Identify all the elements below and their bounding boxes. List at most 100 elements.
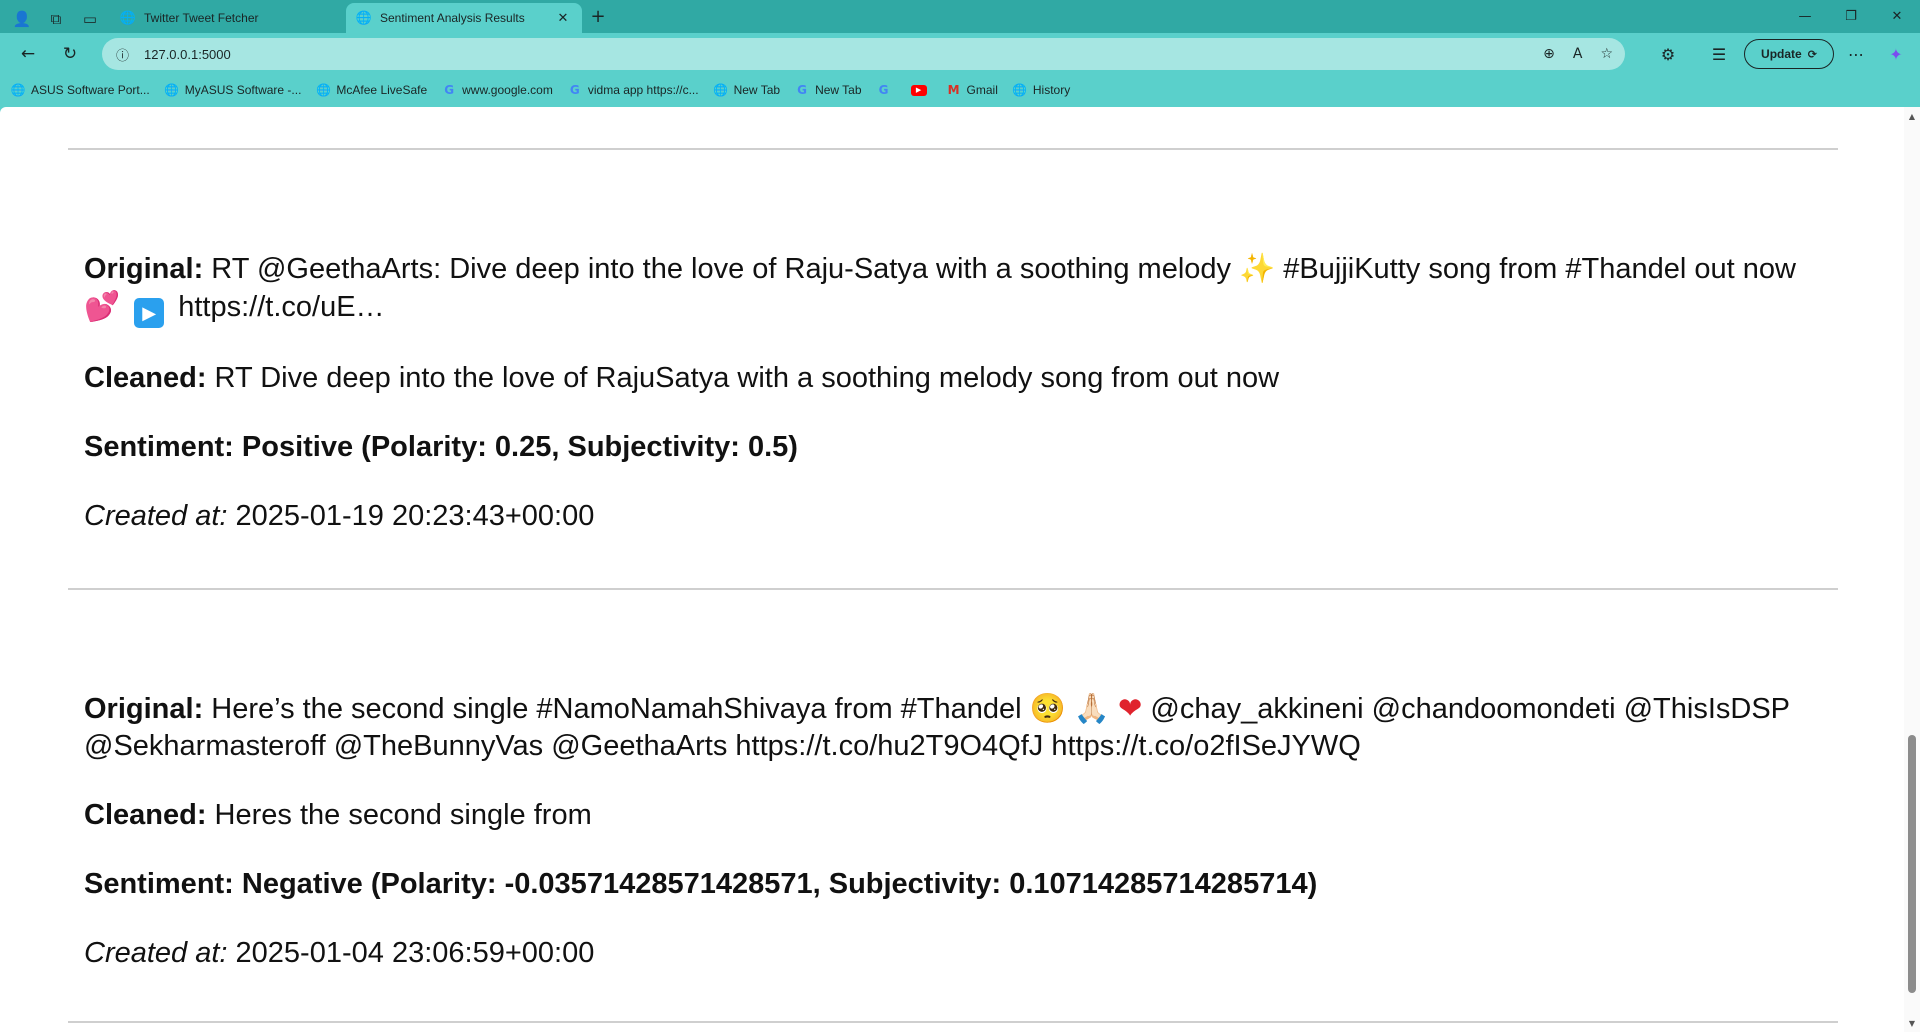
bookmark-item[interactable]: 🌐 MyASUS Software -... — [164, 82, 302, 98]
tab-twitter-tweet-fetcher[interactable]: 🌐 Twitter Tweet Fetcher — [110, 3, 346, 33]
bookmark-label: New Tab — [815, 83, 862, 97]
two-hearts-emoji: 💕 — [84, 289, 121, 323]
google-icon: G — [444, 83, 455, 97]
new-tab-button[interactable]: + — [582, 2, 614, 32]
copilot-icon[interactable]: ✦ — [1880, 38, 1912, 70]
google-icon: G — [797, 83, 807, 97]
bookmark-item[interactable]: G New Tab — [794, 82, 861, 98]
favorites-icon[interactable]: ☰ — [1703, 38, 1735, 70]
bookmark-item-youtube[interactable]: ▶ — [910, 82, 932, 98]
created-label: Created at: — [84, 500, 228, 532]
globe-icon: 🌐 — [315, 83, 331, 97]
tab-strip: 👤 ⧉ ▭ 🌐 Twitter Tweet Fetcher 🌐 Sentimen… — [0, 0, 1920, 33]
vertical-tabs-icon[interactable]: ▭ — [78, 7, 102, 31]
cleaned-line: Cleaned: RT Dive deep into the love of R… — [84, 360, 1814, 397]
created-value: 2025-01-19 20:23:43+00:00 — [235, 500, 595, 532]
created-line: Created at: 2025-01-04 23:06:59+00:00 — [84, 935, 1814, 972]
bookmark-item[interactable]: 🌐 New Tab — [713, 82, 780, 98]
sentiment-line: Sentiment: Positive (Polarity: 0.25, Sub… — [84, 431, 798, 463]
original-link: https://t.co/uE… — [178, 291, 385, 323]
original-text: Here’s the second single #NamoNamahShiva… — [211, 693, 1022, 725]
tab-sentiment-analysis-results[interactable]: 🌐 Sentiment Analysis Results ✕ — [346, 3, 582, 33]
scroll-down-arrow-icon[interactable]: ▼ — [1904, 1016, 1920, 1030]
result-entry: Original: Here’s the second single #Namo… — [84, 690, 1814, 972]
address-bar[interactable]: ⓘ 127.0.0.1:5000 ⊕ A ☆ — [102, 38, 1625, 70]
bookmark-label: McAfee LiveSafe — [336, 83, 428, 97]
globe-icon: 🌐 — [1012, 83, 1028, 97]
sparkles-emoji: ✨ — [1239, 251, 1276, 285]
bookmark-item[interactable]: G www.google.com — [441, 82, 553, 98]
google-icon: G — [878, 83, 889, 97]
refresh-button[interactable]: ↻ — [52, 38, 88, 70]
original-text: #BujjiKutty song from #Thandel out now — [1283, 253, 1796, 285]
scrollbar-thumb[interactable] — [1908, 735, 1916, 993]
created-label: Created at: — [84, 937, 228, 969]
created-line: Created at: 2025-01-19 20:23:43+00:00 — [84, 498, 1814, 535]
bookmark-label: New Tab — [733, 83, 781, 97]
globe-icon: 🌐 — [119, 10, 137, 26]
original-line: Original: Here’s the second single #Namo… — [84, 690, 1814, 765]
divider — [68, 588, 1838, 590]
extensions-icon[interactable]: ⚙ — [1652, 38, 1684, 70]
more-menu-icon[interactable]: ⋯ — [1840, 38, 1872, 70]
update-button[interactable]: Update ⟳ — [1744, 39, 1834, 69]
tab-title: Sentiment Analysis Results — [380, 11, 525, 25]
bookmarks-bar: 🌐 ASUS Software Port... 🌐 MyASUS Softwar… — [0, 75, 1920, 105]
site-info-icon[interactable]: ⓘ — [116, 45, 144, 64]
minimize-button[interactable]: — — [1782, 0, 1828, 33]
globe-icon: 🌐 — [713, 83, 729, 97]
pleading-face-emoji: 🥺 — [1029, 691, 1066, 725]
bookmark-label: vidma app https://c... — [587, 83, 699, 97]
zoom-icon[interactable]: ⊕ — [1543, 46, 1555, 62]
cleaned-label: Cleaned: — [84, 362, 207, 394]
play-button-emoji: ▶ — [134, 298, 165, 328]
google-icon: G — [569, 83, 580, 97]
back-button[interactable]: ← — [10, 38, 46, 70]
bookmark-item[interactable]: 🌐 McAfee LiveSafe — [315, 82, 427, 98]
bookmark-item-history[interactable]: 🌐 History — [1012, 82, 1070, 98]
bookmark-label: www.google.com — [462, 83, 553, 97]
tab-title: Twitter Tweet Fetcher — [144, 11, 259, 25]
sentiment-line: Sentiment: Negative (Polarity: -0.035714… — [84, 868, 1318, 900]
original-text: RT @GeethaArts: Dive deep into the love … — [211, 253, 1232, 285]
bookmark-label: MyASUS Software -... — [184, 83, 302, 97]
restore-button[interactable]: ❐ — [1828, 0, 1874, 33]
workspaces-icon[interactable]: ⧉ — [44, 7, 68, 31]
divider — [68, 148, 1838, 150]
result-entry: Original: RT @GeethaArts: Dive deep into… — [84, 250, 1814, 535]
bookmark-item-gmail[interactable]: M Gmail — [946, 82, 998, 98]
bookmark-label: ASUS Software Port... — [31, 83, 150, 97]
bookmark-item[interactable]: 🌐 ASUS Software Port... — [10, 82, 150, 98]
original-line: Original: RT @GeethaArts: Dive deep into… — [84, 250, 1814, 328]
read-aloud-icon[interactable]: A — [1573, 46, 1583, 62]
favorite-star-icon[interactable]: ☆ — [1600, 46, 1613, 62]
red-heart-emoji: ❤ — [1118, 691, 1143, 725]
vertical-scrollbar[interactable]: ▲ ▼ — [1904, 107, 1920, 1032]
folded-hands-emoji: 🙏🏻 — [1073, 691, 1110, 725]
bookmark-item-google[interactable]: G — [876, 82, 897, 98]
youtube-icon-wrap: ▶ — [910, 82, 927, 98]
cleaned-text: Heres the second single from — [214, 799, 592, 831]
page-viewport: Original: RT @GeethaArts: Dive deep into… — [0, 107, 1920, 1032]
update-icon: ⟳ — [1807, 47, 1817, 61]
globe-icon: 🌐 — [10, 83, 26, 97]
globe-icon: 🌐 — [355, 10, 373, 26]
close-tab-icon[interactable]: ✕ — [554, 11, 572, 26]
original-label: Original: — [84, 693, 204, 725]
cleaned-line: Cleaned: Heres the second single from — [84, 797, 1814, 834]
divider — [68, 1021, 1838, 1023]
bookmark-label: Gmail — [966, 83, 998, 97]
globe-icon: 🌐 — [164, 83, 180, 97]
profile-icon[interactable]: 👤 — [10, 7, 34, 31]
close-window-button[interactable]: ✕ — [1874, 0, 1920, 33]
url-text[interactable]: 127.0.0.1:5000 — [144, 47, 231, 62]
window-controls: — ❐ ✕ — [1782, 0, 1920, 33]
bookmark-label: History — [1032, 83, 1071, 97]
navigation-bar: ← ↻ ⓘ 127.0.0.1:5000 ⊕ A ☆ ⚙ ☰ Update ⟳ … — [0, 33, 1920, 75]
created-value: 2025-01-04 23:06:59+00:00 — [235, 937, 595, 969]
update-label: Update — [1761, 47, 1802, 61]
scroll-up-arrow-icon[interactable]: ▲ — [1904, 109, 1920, 123]
youtube-icon: ▶ — [910, 84, 927, 96]
bookmark-item[interactable]: G vidma app https://c... — [567, 82, 699, 98]
cleaned-label: Cleaned: — [84, 799, 207, 831]
